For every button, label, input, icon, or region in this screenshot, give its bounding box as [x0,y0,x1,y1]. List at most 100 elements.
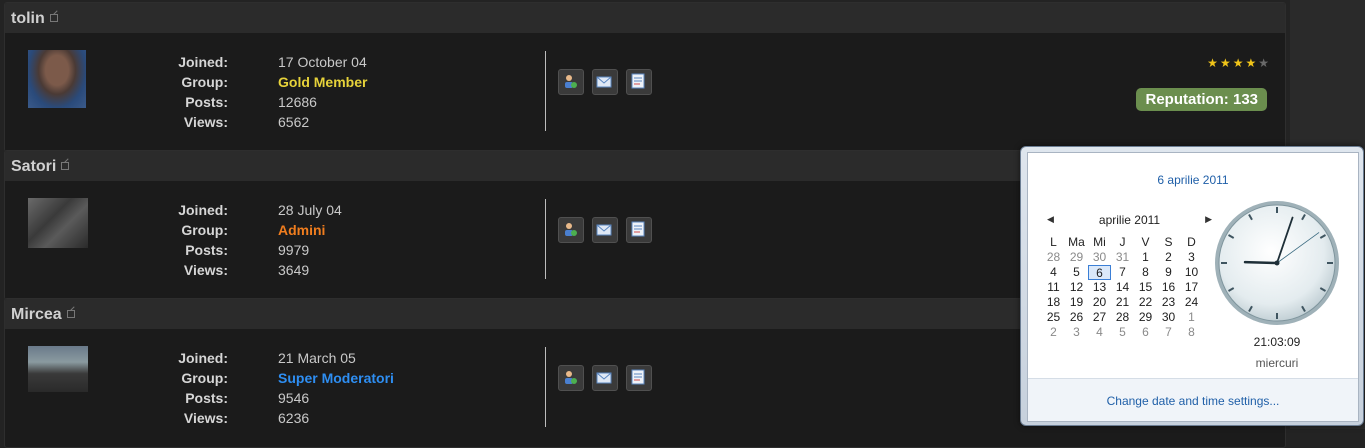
calendar-day[interactable]: 3 [1180,250,1203,265]
group-value: Gold Member [278,74,368,90]
add-friend-button[interactable] [558,365,584,391]
add-friend-button[interactable] [558,217,584,243]
member-info: Joined: 21 March 05 Group: Super Moderator… [155,348,394,428]
calendar-day[interactable]: 23 [1157,295,1180,310]
calendar-day[interactable]: 20 [1088,295,1111,310]
calendar-day[interactable]: 9 [1157,265,1180,280]
calendar-day[interactable]: 16 [1157,280,1180,295]
group-value: Super Moderatori [278,370,394,386]
external-link-icon[interactable] [49,14,58,22]
calendar-day[interactable]: 28 [1042,250,1065,265]
calendar-day[interactable]: 15 [1134,280,1157,295]
calendar-day[interactable]: 1 [1134,250,1157,265]
calendar-day[interactable]: 12 [1065,280,1088,295]
full-date-link[interactable]: 6 aprilie 2011 [1028,173,1358,187]
star-icon: ★ [1207,56,1220,70]
add-friend-button[interactable] [558,69,584,95]
weekday-label: Mi [1093,235,1106,249]
calendar-day[interactable]: 29 [1065,250,1088,265]
calendar-day[interactable]: 18 [1042,295,1065,310]
weekday-label: S [1164,235,1173,249]
avatar[interactable] [28,346,88,392]
star-icon: ★ [1258,56,1271,70]
posts-value: 9979 [278,242,310,258]
change-date-time-settings-link[interactable]: Change date and time settings... [1028,394,1358,408]
calendar-day[interactable]: 2 [1157,250,1180,265]
send-message-icon [596,224,612,236]
calendar-day[interactable]: 30 [1157,310,1180,325]
external-link-icon[interactable] [66,310,75,318]
calendar-day[interactable]: 4 [1088,325,1111,340]
avatar[interactable] [28,198,88,248]
view-posts-button[interactable] [626,217,652,243]
member-header: tolin [5,3,1285,33]
posts-label: Posts: [185,94,228,110]
group-label: Group: [181,74,228,90]
calendar-week-row: 18 19 20 21 22 23 24 [1042,295,1203,310]
calendar-day[interactable]: 26 [1065,310,1088,325]
calendar-day[interactable]: 4 [1042,265,1065,280]
calendar-day-today[interactable]: 6 [1088,265,1111,280]
calendar-day[interactable]: 13 [1088,280,1111,295]
calendar-day[interactable]: 17 [1180,280,1203,295]
send-message-button[interactable] [592,69,618,95]
weekday-label: J [1119,235,1126,249]
clock-hour-hand [1243,260,1279,265]
star-icon: ★ [1232,56,1246,70]
add-friend-icon [565,371,577,384]
calendar-day[interactable]: 30 [1088,250,1111,265]
calendar-day[interactable]: 8 [1134,265,1157,280]
calendar-flyout: 6 aprilie 2011 ◀ aprilie 2011 ▶ L Ma Mi J V S… [1020,146,1364,426]
calendar-day[interactable]: 11 [1042,280,1065,295]
joined-value: 21 March 05 [278,350,356,366]
calendar-nav: ◀ aprilie 2011 ▶ [1042,213,1217,229]
calendar-day[interactable]: 6 [1134,325,1157,340]
clock-weekday: miercuri [1255,356,1299,370]
calendar-day[interactable]: 10 [1180,265,1203,280]
calendar-day[interactable]: 7 [1111,265,1134,280]
calendar-day[interactable]: 24 [1180,295,1203,310]
member-actions [558,217,652,243]
send-message-icon [596,76,612,88]
calendar-day[interactable]: 7 [1157,325,1180,340]
calendar-day[interactable]: 2 [1042,325,1065,340]
member-name[interactable]: tolin [11,10,58,28]
posts-value: 12686 [278,94,317,110]
avatar[interactable] [28,50,86,108]
clock-time: 21:03:09 [1253,335,1301,349]
member-info: Joined: 28 July 04 Group: Admini Posts: 997… [155,200,342,280]
calendar-day[interactable]: 21 [1111,295,1134,310]
calendar-week-row: 2345678 [1042,325,1203,340]
calendar-day[interactable]: 14 [1111,280,1134,295]
calendar-day[interactable]: 3 [1065,325,1088,340]
calendar-day[interactable]: 29 [1134,310,1157,325]
joined-label: Joined: [178,202,228,218]
calendar-day[interactable]: 28 [1111,310,1134,325]
calendar-day[interactable]: 5 [1111,325,1134,340]
joined-value: 17 October 04 [278,54,367,70]
calendar-day[interactable]: 31 [1111,250,1134,265]
calendar-day[interactable]: 27 [1088,310,1111,325]
calendar-day[interactable]: 8 [1180,325,1203,340]
member-name[interactable]: Satori [11,158,70,176]
group-label: Group: [181,222,228,238]
send-message-icon [596,372,612,384]
calendar-day[interactable]: 1 [1180,310,1203,325]
send-message-button[interactable] [592,217,618,243]
member-actions [558,365,652,391]
views-value: 6562 [278,114,310,130]
view-posts-button[interactable] [626,69,652,95]
next-month-icon[interactable]: ▶ [1205,214,1212,225]
star-icon: ★ [1245,56,1259,70]
view-posts-button[interactable] [626,365,652,391]
calendar-day[interactable]: 22 [1134,295,1157,310]
calendar-day[interactable]: 5 [1065,265,1088,280]
send-message-button[interactable] [592,365,618,391]
member-name[interactable]: Mircea [11,306,75,324]
external-link-icon[interactable] [61,162,70,170]
rating-stars: ★★★★★ [1207,56,1271,70]
calendar-day[interactable]: 19 [1065,295,1088,310]
month-label[interactable]: aprilie 2011 [1042,213,1217,227]
calendar-day[interactable]: 25 [1042,310,1065,325]
divider [545,347,546,427]
